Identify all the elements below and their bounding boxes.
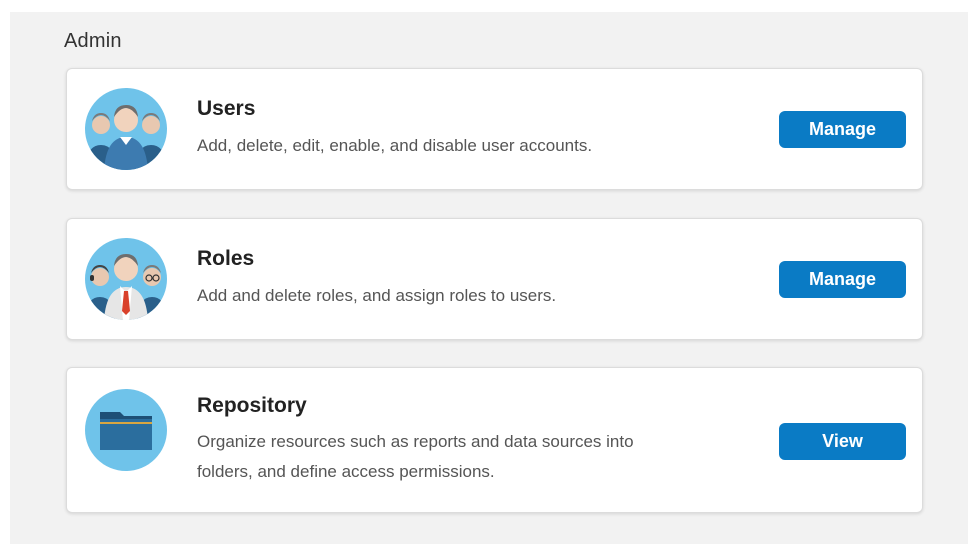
users-manage-button[interactable]: Manage: [779, 111, 906, 148]
repository-card: Repository Organize resources such as re…: [66, 367, 923, 513]
repository-description-line-2: folders, and define access permissions.: [197, 462, 495, 481]
roles-description: Add and delete roles, and assign roles t…: [197, 286, 557, 305]
admin-panel: Admin Users Add, delete, edit, enable, a…: [10, 12, 968, 544]
repository-title: Repository: [197, 394, 307, 417]
repository-description-line-1: Organize resources such as reports and d…: [197, 432, 634, 451]
page-title: Admin: [64, 30, 122, 52]
roles-icon: [84, 237, 168, 321]
users-icon: [84, 87, 168, 171]
repository-view-button[interactable]: View: [779, 423, 906, 460]
roles-card: Roles Add and delete roles, and assign r…: [66, 218, 923, 340]
users-title: Users: [197, 97, 256, 120]
roles-title: Roles: [197, 247, 255, 270]
repository-description: Organize resources such as reports and d…: [197, 427, 737, 487]
users-description: Add, delete, edit, enable, and disable u…: [197, 136, 593, 155]
roles-manage-button[interactable]: Manage: [779, 261, 906, 298]
folder-icon: [84, 388, 168, 472]
users-card: Users Add, delete, edit, enable, and dis…: [66, 68, 923, 190]
